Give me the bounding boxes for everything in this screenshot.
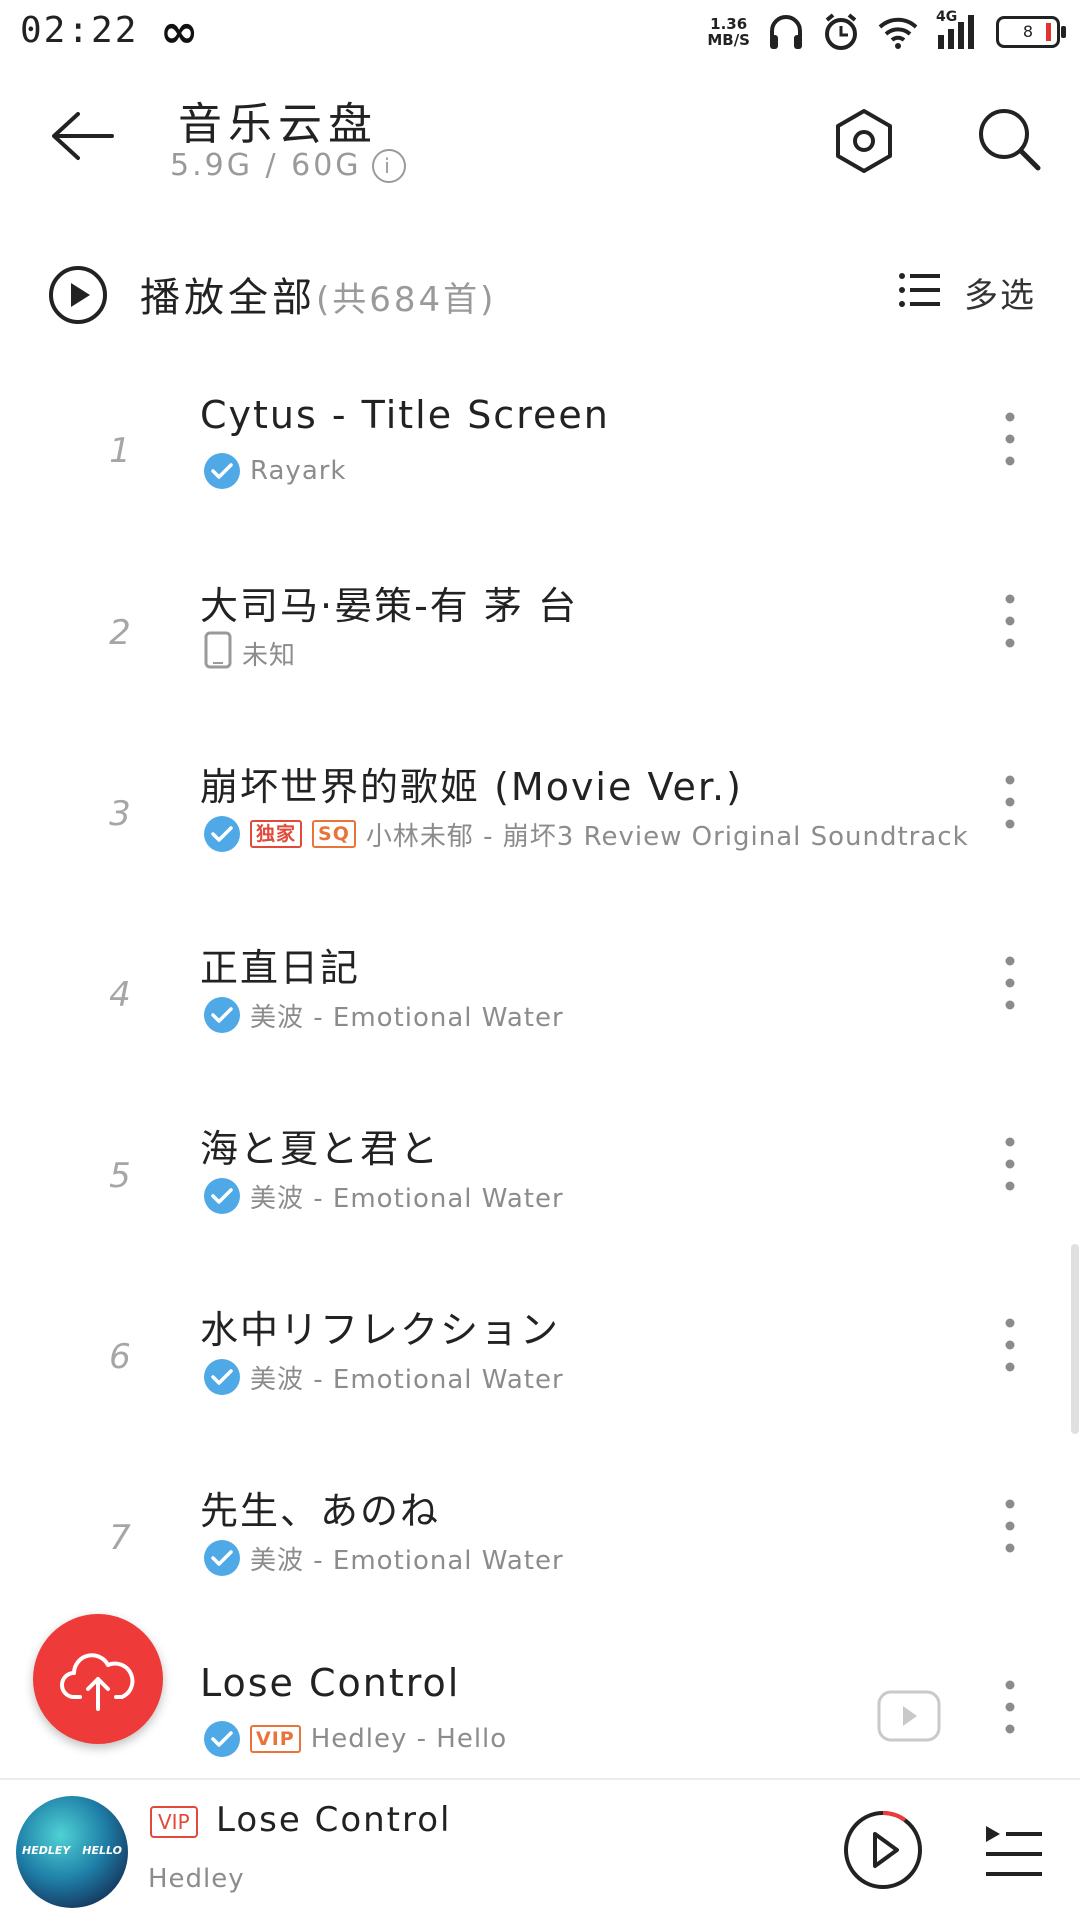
status-time: 02:22 [20,10,139,51]
playlist-queue-icon[interactable] [984,1824,1044,1880]
info-icon[interactable]: i [371,148,406,183]
vip-badge: VIP [150,1806,198,1838]
song-subtitle: Rayark [250,456,347,486]
album-art-text: HEDLEY HELLO [16,1844,128,1857]
network-speed-value: 1.36 [710,15,748,33]
more-options-icon[interactable] [998,591,1022,651]
mv-play-icon[interactable] [877,1690,941,1742]
cloud-check-icon [204,1178,240,1214]
storage-text: 5.9G / 60G [170,148,362,183]
more-options-icon[interactable] [998,953,1022,1013]
battery-level: 8 [1022,22,1034,41]
song-title: 海と夏と君と [200,1127,441,1171]
song-subtitle: 美波 - Emotional Water [250,1545,564,1576]
network-type-label: 4G [936,9,958,25]
cloud-check-icon [204,1540,240,1576]
song-row[interactable]: 5 海と夏と君と美波 - Emotional Water [0,1110,1080,1290]
cloud-check-icon [204,1359,240,1395]
cloud-check-icon [204,1721,240,1757]
now-playing-artist: Hedley [148,1864,245,1894]
song-title: Cytus - Title Screen [200,393,610,437]
song-row[interactable]: 4 正直日記美波 - Emotional Water [0,929,1080,1109]
scroll-indicator[interactable] [1071,1244,1079,1434]
song-meta: 独家 SQ 小林未郁 - 崩坏3 Review Original Soundtrac… [204,814,969,854]
page-title: 音乐云盘 [178,99,378,150]
song-subtitle: Hedley - Hello [310,1724,508,1754]
headphones-icon [770,15,802,49]
play-all-label: 播放全部 [140,275,316,321]
song-row[interactable]: 3 崩坏世界的歌姬 (Movie Ver.) 独家 SQ 小林未郁 - 崩坏3 Revi… [0,748,1080,928]
battery-icon: 8 [996,16,1066,48]
upload-button[interactable] [33,1614,163,1744]
song-subtitle: 美波 - Emotional Water [250,1364,564,1395]
more-options-icon[interactable] [998,1315,1022,1375]
song-row[interactable]: 7 先生、あのね美波 - Emotional Water [0,1472,1080,1652]
play-all-icon[interactable] [48,265,108,325]
network-speed-unit: MB/S [707,31,750,49]
cloud-check-icon [204,816,240,852]
song-index: 3 [109,794,131,834]
album-art-artist: HEDLEY [21,1844,71,1857]
search-icon[interactable] [976,106,1042,172]
song-subtitle: 小林未郁 - 崩坏3 Review Original Soundtrack [365,821,969,852]
song-meta: Rayark [204,451,347,491]
more-options-icon[interactable] [998,1134,1022,1194]
more-options-icon[interactable] [998,409,1022,469]
song-index: 2 [109,613,131,653]
song-title: 先生、あのね [200,1489,441,1533]
list-icon[interactable] [898,272,940,308]
song-meta: 美波 - Emotional Water [204,1357,564,1397]
status-icons: 1.36 MB/S 4G 8 [707,8,1066,56]
phone-icon [204,631,232,676]
more-options-icon[interactable] [998,1496,1022,1556]
back-arrow-icon[interactable] [50,110,116,162]
song-index: 7 [109,1518,131,1558]
song-meta: 美波 - Emotional Water [204,1176,564,1216]
song-row[interactable]: 2 大司马·晏策-有 茅 台未知 [0,567,1080,747]
song-index: 4 [109,975,131,1015]
alarm-icon [825,13,857,50]
song-title: 大司马·晏策-有 茅 台 [200,584,578,628]
song-index: 6 [109,1337,131,1377]
song-title: 崩坏世界的歌姬 (Movie Ver.) [200,765,743,809]
song-subtitle: 美波 - Emotional Water [250,1002,564,1033]
song-meta: 美波 - Emotional Water [204,995,564,1035]
infinity-icon: ∞ [160,4,199,58]
song-row[interactable]: 1 Cytus - Title Screen Rayark [0,385,1080,565]
settings-hexagon-icon[interactable] [834,108,894,174]
signal-indicator: 4G [936,9,978,51]
song-index: 1 [109,431,131,471]
song-index: 5 [109,1156,131,1196]
cloud-check-icon [204,453,240,489]
wifi-icon [878,17,918,49]
play-all-button[interactable]: 播放全部(共684首) [140,265,496,323]
network-speed: 1.36 MB/S [707,16,750,48]
album-art[interactable]: HEDLEY HELLO [16,1796,128,1908]
song-title: 水中リフレクション [200,1308,561,1352]
album-art-title: HELLO [82,1844,122,1857]
multi-select-button[interactable]: 多选 [964,268,1036,317]
song-count: (共684首) [316,280,497,320]
song-subtitle: 美波 - Emotional Water [250,1183,564,1214]
song-subtitle: 未知 [242,640,297,671]
more-options-icon[interactable] [998,1677,1022,1737]
song-title: Lose Control [200,1661,461,1705]
now-playing-title: Lose Control [216,1800,452,1840]
song-row[interactable]: 6 水中リフレクション美波 - Emotional Water [0,1291,1080,1471]
vip-badge: VIP [250,1725,301,1753]
cloud-upload-icon [60,1653,135,1711]
storage-usage[interactable]: 5.9G / 60G i [170,148,406,183]
cloud-check-icon [204,997,240,1033]
sq-badge: SQ [312,820,356,848]
more-options-icon[interactable] [998,772,1022,832]
exclusive-badge: 独家 [250,820,303,848]
play-pause-icon[interactable] [843,1810,923,1890]
song-title: 正直日記 [200,946,361,990]
song-meta: 未知 [204,631,297,676]
song-meta: 美波 - Emotional Water [204,1538,564,1578]
song-meta: VIP Hedley - Hello [204,1719,507,1759]
